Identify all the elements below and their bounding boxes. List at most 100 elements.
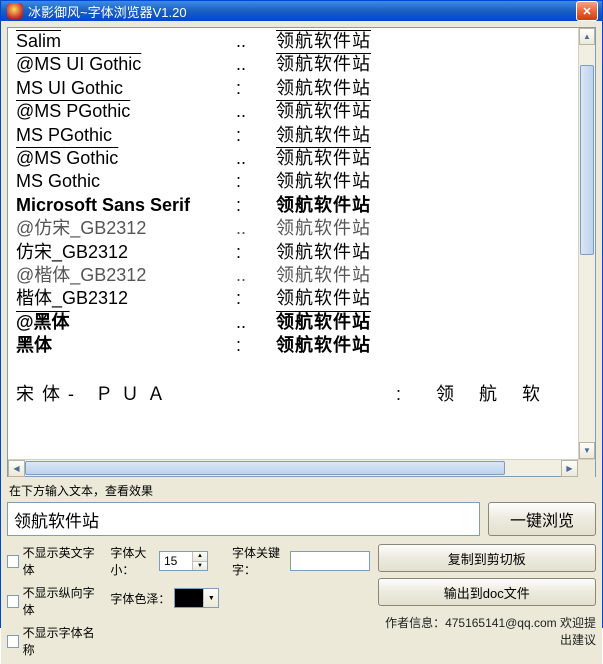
font-name: @仿宋_GB2312 — [16, 217, 236, 240]
mid-options: 字体大小： 15 ▲ ▼ 字体关键字： 字体色泽： ▼ — [110, 544, 369, 608]
scroll-down-button[interactable]: ▼ — [579, 442, 595, 459]
font-size-spinner[interactable]: 15 ▲ ▼ — [159, 551, 208, 571]
scroll-right-button[interactable]: ▶ — [561, 460, 578, 477]
font-row[interactable]: @MS Gothic..领航软件站 — [8, 147, 578, 170]
scroll-track[interactable] — [579, 45, 595, 442]
font-color-picker[interactable]: ▼ — [174, 588, 219, 608]
font-color-row: 字体色泽： ▼ — [110, 588, 369, 608]
font-sample: 领航软件站 — [276, 100, 371, 123]
spinner-buttons: ▲ ▼ — [192, 552, 207, 570]
font-sample: 领航软件站 — [276, 241, 371, 264]
colon: .. — [236, 53, 276, 76]
input-row: 一键浏览 — [7, 502, 596, 536]
font-sample: 领航软件站 — [276, 264, 371, 287]
checkbox-label: 不显示纵向字体 — [23, 584, 97, 618]
font-sample: 领航软件站 — [276, 287, 371, 310]
font-sample: 领航软件站 — [276, 170, 371, 193]
font-name: @MS UI Gothic — [16, 53, 236, 76]
font-color-label: 字体色泽： — [110, 590, 170, 607]
font-list: Salim..领航软件站@MS UI Gothic..领航软件站MS UI Go… — [8, 28, 595, 459]
font-row[interactable]: 楷体_GB2312:领航软件站 — [8, 287, 578, 310]
font-row[interactable]: Salim..领航软件站 — [8, 30, 578, 53]
input-label: 在下方输入文本，查看效果 — [9, 482, 596, 499]
scroll-left-button[interactable]: ◀ — [8, 460, 25, 477]
scroll-thumb[interactable] — [580, 65, 594, 255]
font-name: 仿宋_GB2312 — [16, 241, 236, 264]
font-name: MS Gothic — [16, 170, 236, 193]
hscroll-track[interactable] — [25, 460, 561, 476]
checkbox-no-english[interactable]: 不显示英文字体 — [7, 544, 96, 578]
checkbox-no-vertical[interactable]: 不显示纵向字体 — [7, 584, 96, 618]
app-icon — [7, 3, 23, 19]
font-row[interactable]: 仿宋_GB2312:领航软件站 — [8, 241, 578, 264]
export-doc-button[interactable]: 输出到doc文件 — [378, 578, 596, 606]
checkbox-icon — [7, 635, 19, 648]
checkbox-label: 不显示英文字体 — [23, 544, 97, 578]
titlebar: 冰影御风~字体浏览器V1.20 ✕ — [1, 1, 602, 21]
font-name: Microsoft Sans Serif — [16, 194, 236, 217]
spin-down-button[interactable]: ▼ — [193, 562, 207, 571]
font-sample: 领航软件站 — [276, 194, 371, 217]
font-sample: 领航软件站 — [276, 334, 371, 357]
colon: .. — [236, 264, 276, 287]
checkbox-no-name[interactable]: 不显示字体名称 — [7, 624, 96, 658]
horizontal-scrollbar[interactable]: ◀ ▶ — [8, 459, 595, 476]
colon: .. — [236, 30, 276, 53]
colon: .. — [236, 217, 276, 240]
font-name: 楷体_GB2312 — [16, 287, 236, 310]
colon: .. — [236, 147, 276, 170]
font-rows: Salim..领航软件站@MS UI Gothic..领航软件站MS UI Go… — [8, 28, 578, 459]
right-buttons: 复制到剪切板 输出到doc文件 作者信息：475165141@qq.com 欢迎… — [378, 544, 596, 648]
font-row[interactable]: MS Gothic:领航软件站 — [8, 170, 578, 193]
font-row[interactable]: @楷体_GB2312..领航软件站 — [8, 264, 578, 287]
font-sample: 领航软件站 — [276, 30, 371, 53]
colon: : — [236, 194, 276, 217]
color-swatch — [175, 589, 203, 607]
copy-button[interactable]: 复制到剪切板 — [378, 544, 596, 572]
browse-button[interactable]: 一键浏览 — [488, 502, 596, 536]
font-name: 黑体 — [16, 334, 236, 357]
font-name: @MS PGothic — [16, 100, 236, 123]
font-size-label: 字体大小： — [110, 544, 155, 578]
font-row[interactable]: @黑体..领航软件站 — [8, 311, 578, 334]
sample-text-input[interactable] — [7, 502, 480, 536]
font-sample: 领航软件站 — [276, 311, 371, 334]
options-row: 不显示英文字体 不显示纵向字体 不显示字体名称 字体大小： 15 — [7, 544, 596, 658]
font-sample: 领航软件站 — [276, 77, 371, 100]
checkbox-label: 不显示字体名称 — [23, 624, 97, 658]
hscroll-thumb[interactable] — [25, 461, 505, 475]
font-size-value[interactable]: 15 — [160, 552, 192, 570]
font-row[interactable]: @MS PGothic..领航软件站 — [8, 100, 578, 123]
font-name: Salim — [16, 30, 236, 53]
colon: : — [236, 124, 276, 147]
font-name: @黑体 — [16, 311, 236, 334]
colon: : — [236, 287, 276, 310]
font-row[interactable]: 宋体- ＰＵＡ:领 航 软 — [8, 383, 578, 406]
font-row[interactable]: Microsoft Sans Serif:领航软件站 — [8, 194, 578, 217]
font-size-row: 字体大小： 15 ▲ ▼ 字体关键字： — [110, 544, 369, 578]
font-row[interactable]: 黑体:领航软件站 — [8, 334, 578, 357]
colon: : — [236, 334, 276, 357]
font-keyword-label: 字体关键字： — [232, 544, 286, 578]
colon: : — [236, 170, 276, 193]
font-row[interactable]: MS UI Gothic:领航软件站 — [8, 77, 578, 100]
vertical-scrollbar[interactable]: ▲ ▼ — [578, 28, 595, 459]
font-list-panel: Salim..领航软件站@MS UI Gothic..领航软件站MS UI Go… — [7, 27, 596, 477]
client-area: Salim..领航软件站@MS UI Gothic..领航软件站MS UI Go… — [1, 21, 602, 664]
spin-up-button[interactable]: ▲ — [193, 552, 207, 562]
font-sample: 领航软件站 — [276, 147, 371, 170]
font-sample: 领 航 软 — [436, 383, 550, 406]
font-row[interactable]: @MS UI Gothic..领航软件站 — [8, 53, 578, 76]
font-row[interactable]: @仿宋_GB2312..领航软件站 — [8, 217, 578, 240]
font-name: @MS Gothic — [16, 147, 236, 170]
font-name: MS PGothic — [16, 124, 236, 147]
font-keyword-input[interactable] — [290, 551, 370, 571]
close-button[interactable]: ✕ — [576, 1, 598, 21]
scroll-up-button[interactable]: ▲ — [579, 28, 595, 45]
window-title: 冰影御风~字体浏览器V1.20 — [28, 2, 576, 21]
checkbox-group: 不显示英文字体 不显示纵向字体 不显示字体名称 — [7, 544, 96, 658]
checkbox-icon — [7, 595, 19, 608]
color-dropdown-button[interactable]: ▼ — [203, 589, 218, 607]
font-sample: 领航软件站 — [276, 53, 371, 76]
font-row[interactable]: MS PGothic:领航软件站 — [8, 124, 578, 147]
